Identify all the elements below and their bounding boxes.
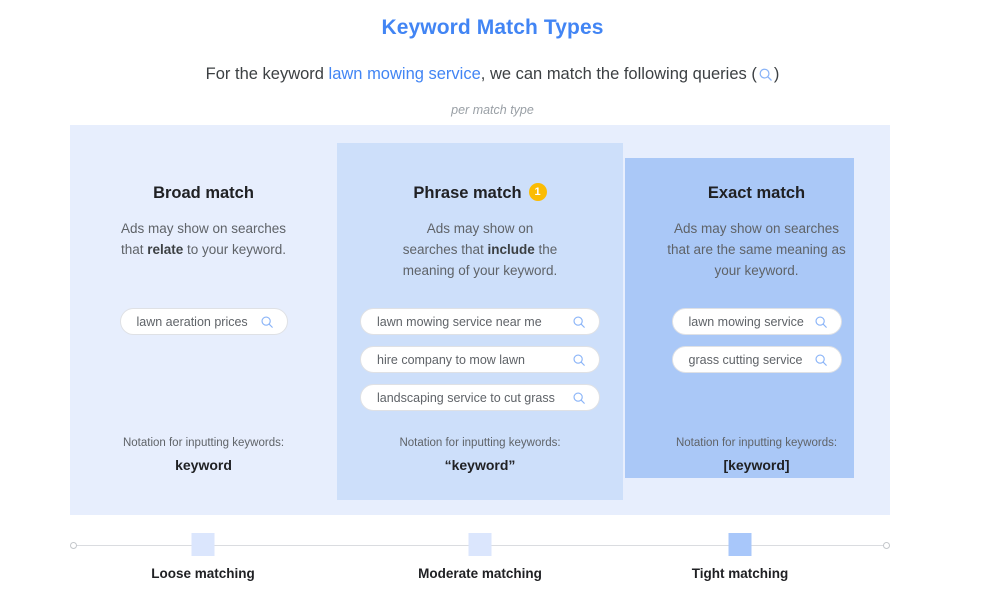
exact-match-title-text: Exact match <box>707 184 806 202</box>
header: Keyword Match Types For the keyword lawn… <box>0 0 985 118</box>
exact-match-notation: Notation for inputting keywords: [keywor… <box>623 435 890 475</box>
subtitle-prefix: For the keyword <box>205 65 329 83</box>
scale-label-loose: Loose matching <box>151 566 255 581</box>
scale-endpoint-left <box>70 542 77 549</box>
phrase-match-title: Phrase match 1 <box>337 182 623 204</box>
notation-value: keyword <box>175 457 232 473</box>
phrase-match-badge: 1 <box>528 183 547 201</box>
query-pill[interactable]: grass cutting service <box>671 346 842 373</box>
broad-match-title: Broad match <box>70 182 337 204</box>
phrase-match-description: Ads may show on searches that include th… <box>337 218 623 281</box>
search-icon[interactable] <box>572 353 586 367</box>
subtitle: For the keyword lawn mowing service, we … <box>0 63 985 88</box>
notation-label: Notation for inputting keywords: <box>399 437 561 449</box>
notation-value: “keyword” <box>444 457 516 473</box>
scale-marker-tight <box>728 533 752 556</box>
query-pill[interactable]: lawn mowing service near me <box>360 308 600 335</box>
subtitle-keyword: lawn mowing service <box>328 65 481 83</box>
search-icon[interactable] <box>814 353 828 367</box>
column-broad-match: Broad match Ads may show on searches tha… <box>70 125 337 515</box>
scale-label-moderate: Moderate matching <box>418 566 542 581</box>
exact-desc-part-1: Ads may show on searches that are the sa… <box>667 221 846 278</box>
phrase-match-notation: Notation for inputting keywords: “keywor… <box>337 435 623 475</box>
notation-label: Notation for inputting keywords: <box>122 437 285 449</box>
broad-match-notation: Notation for inputting keywords: keyword <box>70 435 337 475</box>
broad-match-description: Ads may show on searches that relate to … <box>70 218 337 260</box>
exact-match-query-list: lawn mowing service grass cutting servic… <box>623 308 890 384</box>
exact-match-description: Ads may show on searches that are the sa… <box>623 218 890 281</box>
broad-match-title-text: Broad match <box>153 184 254 202</box>
query-pill[interactable]: hire company to mow lawn <box>360 346 600 373</box>
phrase-match-query-list: lawn mowing service near me hire company… <box>337 308 623 422</box>
search-icon[interactable] <box>572 315 586 329</box>
query-text: grass cutting service <box>688 352 803 367</box>
scale-marker-moderate <box>468 533 492 556</box>
search-icon[interactable] <box>260 315 274 329</box>
subtitle-suffix: ) <box>773 65 780 83</box>
per-match-type-note: per match type <box>451 103 534 117</box>
scale-endpoint-right <box>883 542 890 549</box>
page-title: Keyword Match Types <box>381 16 604 39</box>
broad-desc-emphasis: relate <box>147 242 184 257</box>
exact-match-title: Exact match <box>623 182 890 204</box>
column-exact-match: Exact match Ads may show on searches tha… <box>623 125 890 515</box>
search-icon[interactable] <box>814 315 828 329</box>
phrase-desc-emphasis: include <box>487 242 535 257</box>
query-text: lawn aeration prices <box>136 314 248 329</box>
query-pill[interactable]: lawn aeration prices <box>119 308 288 335</box>
scale-label-tight: Tight matching <box>691 566 789 581</box>
phrase-match-title-text: Phrase match <box>413 184 522 202</box>
scale-marker-loose <box>191 533 215 556</box>
broad-match-query-list: lawn aeration prices <box>70 308 337 346</box>
matching-scale <box>70 533 890 556</box>
query-pill[interactable]: landscaping service to cut grass <box>360 384 600 411</box>
query-text: landscaping service to cut grass <box>377 390 555 405</box>
broad-desc-part-2: to your keyword. <box>183 242 287 257</box>
subtitle-middle: , we can match the following queries ( <box>480 65 757 83</box>
notation-label: Notation for inputting keywords: <box>675 437 838 449</box>
query-text: hire company to mow lawn <box>377 352 525 367</box>
notation-value: [keyword] <box>723 457 790 473</box>
query-text: lawn mowing service <box>688 314 804 329</box>
search-icon <box>758 66 773 88</box>
column-phrase-match: Phrase match 1 Ads may show on searches t… <box>337 125 623 515</box>
search-icon[interactable] <box>572 391 586 405</box>
query-text: lawn mowing service near me <box>377 314 542 329</box>
query-pill[interactable]: lawn mowing service <box>671 308 842 335</box>
